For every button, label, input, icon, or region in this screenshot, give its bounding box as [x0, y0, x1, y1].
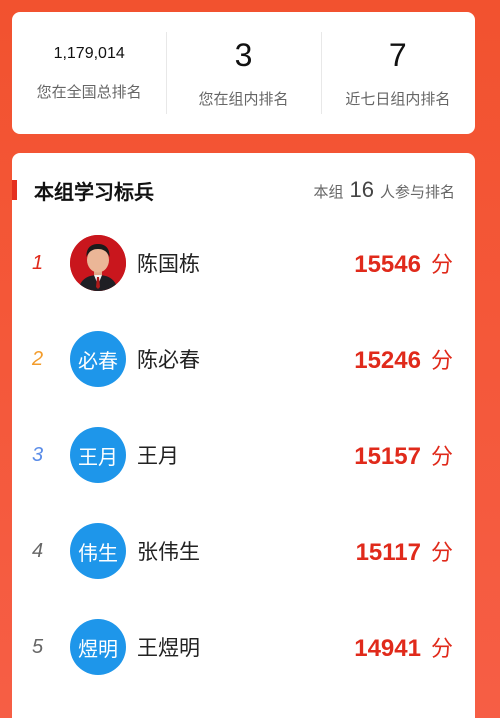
title-accent-bar — [12, 180, 17, 200]
score-value: 15157 — [354, 443, 421, 470]
member-score: 15117 分 — [356, 535, 453, 567]
member-name: 陈国栋 — [137, 252, 200, 276]
participants-suffix: 人参与排名 — [379, 183, 455, 201]
member-score: 14941 分 — [354, 631, 453, 663]
avatar: 王月 — [70, 427, 126, 483]
avatar: 煜明 — [70, 619, 126, 675]
score-value: 15117 — [355, 539, 421, 566]
score-unit: 分 — [430, 253, 453, 278]
avatar: 必春 — [70, 331, 126, 387]
member-score: 15246 分 — [354, 343, 453, 375]
member-score: 15546 分 — [354, 247, 453, 279]
leaderboard-header: 本组学习标兵 本组 16 人参与排名 — [12, 153, 475, 223]
leaderboard-row[interactable]: 1 陈国栋 15546 分 — [12, 233, 475, 293]
member-name: 王月 — [137, 444, 179, 468]
member-name: 王煜明 — [137, 636, 200, 660]
person-photo-icon — [70, 235, 126, 291]
national-rank-label: 您在全国总排名 — [36, 82, 142, 101]
participants-prefix: 本组 — [313, 183, 344, 201]
member-name: 陈必春 — [137, 348, 200, 372]
ranking-stats-card: 1,179,014 您在全国总排名 3 您在组内排名 7 近七日组内排名 — [12, 12, 475, 134]
national-rank-value: 1,179,014 — [53, 44, 125, 62]
leaderboard-card: 本组学习标兵 本组 16 人参与排名 1 陈国栋 15546 分 2 必春 陈必… — [12, 153, 475, 718]
leaderboard-title: 本组学习标兵 — [34, 180, 154, 204]
rank-number: 2 — [32, 347, 44, 370]
group-rank-label: 您在组内排名 — [198, 90, 289, 108]
member-name: 张伟生 — [137, 540, 200, 564]
leaderboard-row[interactable]: 4 伟生 张伟生 15117 分 — [12, 521, 475, 581]
score-value: 15246 — [354, 347, 421, 374]
member-score: 15157 分 — [354, 439, 453, 471]
group-rank-stat: 3 您在组内排名 — [166, 12, 320, 134]
rank-number: 1 — [32, 251, 44, 274]
group-rank-value: 3 — [234, 37, 253, 73]
national-rank-stat: 1,179,014 您在全国总排名 — [12, 12, 166, 134]
score-unit: 分 — [430, 445, 453, 470]
participants-number: 16 — [349, 177, 374, 202]
rank-number: 5 — [32, 635, 44, 658]
leaderboard-row[interactable]: 2 必春 陈必春 15246 分 — [12, 329, 475, 389]
weekly-group-rank-label: 近七日组内排名 — [345, 90, 451, 108]
score-value: 14941 — [354, 635, 421, 662]
weekly-group-rank-stat: 7 近七日组内排名 — [320, 12, 475, 134]
rank-number: 4 — [32, 539, 44, 562]
avatar-photo — [70, 235, 126, 291]
rank-number: 3 — [32, 443, 44, 466]
score-unit: 分 — [430, 541, 453, 566]
leaderboard-row[interactable]: 3 王月 王月 15157 分 — [12, 425, 475, 485]
leaderboard-row[interactable]: 5 煜明 王煜明 14941 分 — [12, 617, 475, 677]
score-unit: 分 — [430, 637, 453, 662]
participants-count: 本组 16 人参与排名 — [313, 177, 455, 203]
avatar: 伟生 — [70, 523, 126, 579]
score-value: 15546 — [354, 251, 421, 278]
weekly-group-rank-value: 7 — [388, 37, 407, 73]
score-unit: 分 — [430, 349, 453, 374]
